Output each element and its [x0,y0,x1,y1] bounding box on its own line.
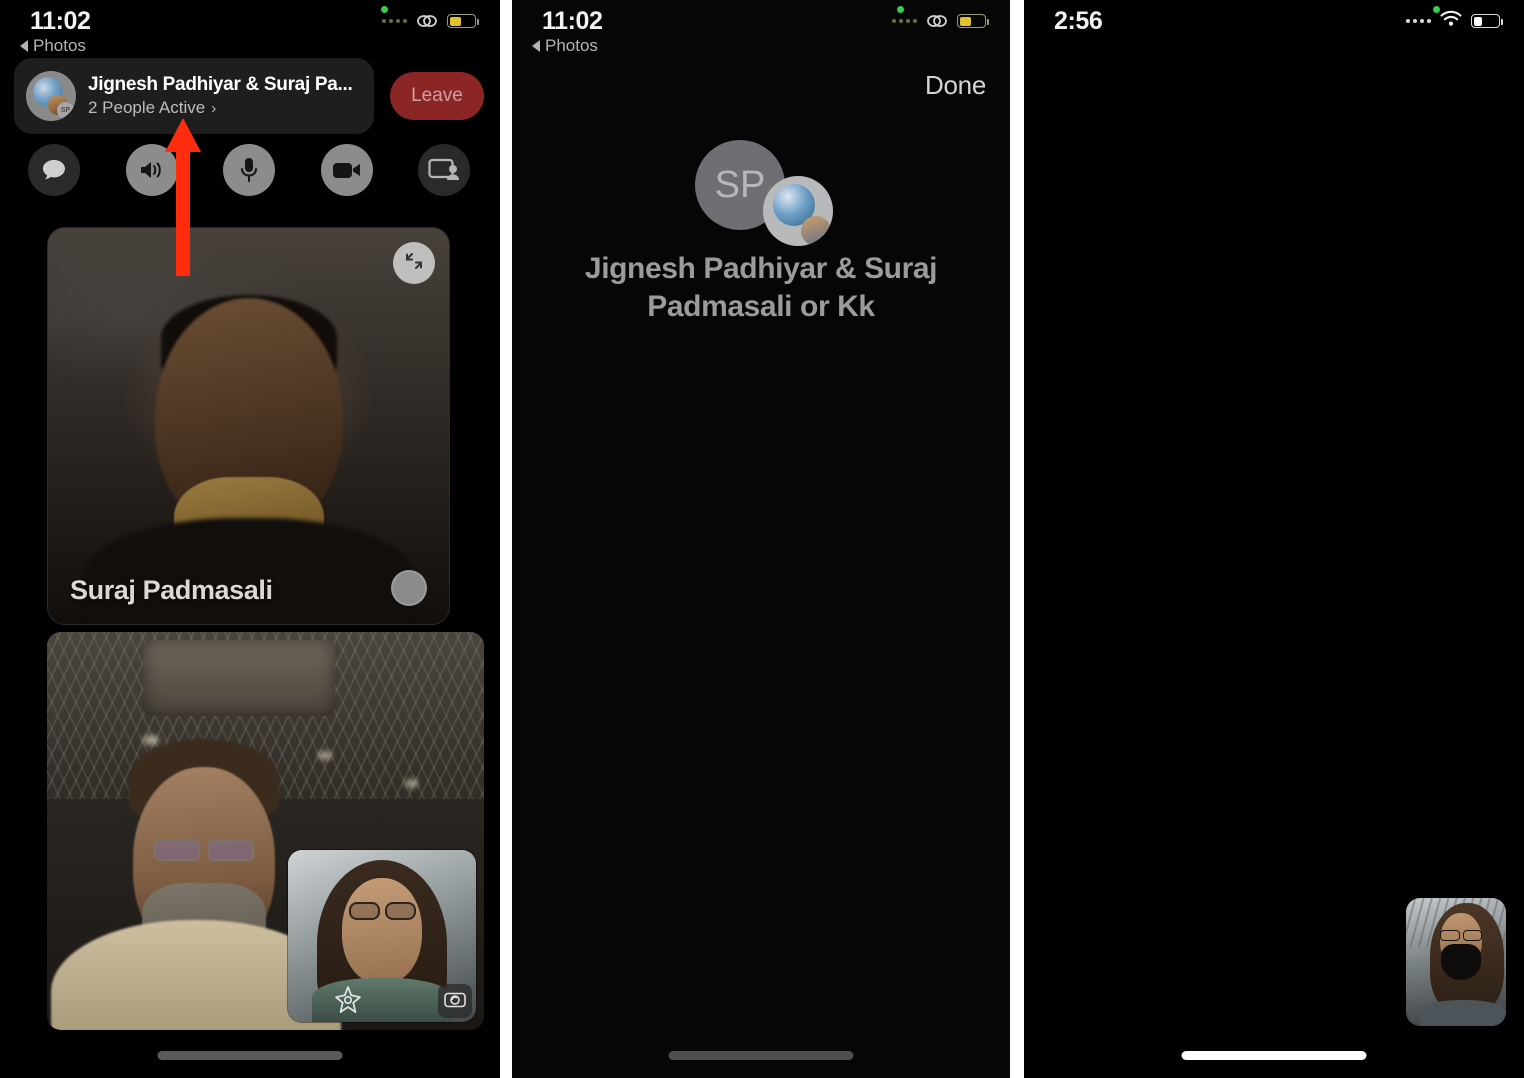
pip-glasses [1440,930,1482,941]
microphone-button[interactable] [223,144,275,196]
link-chain-icon [415,13,439,29]
status-indicators [381,6,479,29]
expand-button[interactable] [393,242,435,284]
avatar-initials-badge: SP [57,102,74,119]
share-screen-button[interactable] [418,144,470,196]
signal-dots-icon [892,19,917,23]
camera-flip-icon [444,990,466,1013]
call-subtitle: 2 People Active [88,98,206,117]
panel-divider [1010,0,1024,1078]
status-clock: 11:02 [30,6,91,35]
group-avatar-hero: SP [512,130,1010,246]
back-to-photos-link[interactable]: Photos [20,36,86,56]
battery-icon [957,14,989,28]
video-camera-button[interactable] [320,144,373,196]
signal-dots-icon [382,19,407,23]
back-to-photos-link[interactable]: Photos [532,36,598,56]
battery-icon [447,14,479,28]
video-camera-icon [331,159,363,181]
panel-facetime-details-sheet: 11:02 Photos Done SP Jignesh Padhiyar & … [512,0,1010,1078]
call-controls-bar [14,137,484,203]
back-triangle-icon [532,40,540,52]
status-clock: 11:02 [542,6,603,35]
annotation-arrow [163,118,203,276]
signal-dots-icon [1406,19,1431,23]
back-triangle-icon [20,40,28,52]
call-title: Jignesh Padhiyar & Suraj Pa... [88,74,353,95]
call-subtitle-row[interactable]: 2 People Active › [88,98,353,118]
screenshot-stage: 11:02 Photos SP Jignesh Padhiyar & Suraj… [0,0,1524,1078]
status-bar-right: 2:56 [1024,0,1524,42]
home-indicator [668,1051,854,1060]
status-indicators [892,6,989,29]
pip-face [342,877,422,984]
panel-divider [500,0,512,1078]
participant2-glasses [148,838,260,861]
done-button[interactable]: Done [925,70,986,101]
recording-dot-icon [1433,6,1440,13]
panel-facetime-call-active: 11:02 Photos SP Jignesh Padhiyar & Suraj… [0,0,500,1078]
secondary-video-tile[interactable] [47,632,484,1030]
recording-dot-icon [381,6,388,13]
avatar-photo-person [801,216,831,246]
wifi-icon [1439,10,1463,32]
participant-name-label: Suraj Padmasali [70,575,273,605]
call-header: SP Jignesh Padhiyar & Suraj Pa... 2 Peop… [14,58,484,134]
participant-shoulders [83,517,414,624]
microphone-icon [238,156,260,184]
sparkle-star-icon [333,984,363,1019]
speaker-icon [137,158,167,182]
home-indicator [157,1051,343,1060]
status-clock: 2:56 [1054,6,1103,35]
ac-unit [143,639,336,716]
group-title: Jignesh Padhiyar & Suraj Padmasali or Kk [584,252,938,324]
group-avatar: SP [26,71,76,121]
pip-mask [1441,944,1481,981]
effects-button[interactable] [329,982,367,1020]
self-view-pip[interactable] [1406,898,1506,1026]
back-label-text: Photos [545,36,598,55]
battery-icon [1471,14,1503,28]
status-indicators [1406,6,1503,32]
messages-icon [41,158,67,182]
leave-button[interactable]: Leave [390,72,484,120]
messages-button[interactable] [28,144,80,196]
chevron-right-icon: › [211,99,217,117]
home-indicator [1181,1051,1367,1060]
recording-dot-icon [897,6,904,13]
call-title-block: Jignesh Padhiyar & Suraj Pa... 2 People … [88,74,353,118]
pip-glasses [346,901,418,920]
share-screen-icon [427,157,461,183]
expand-arrows-icon [403,250,425,277]
panel-facetime-grid-view: 2:56 [1024,0,1524,1078]
pip-body [1420,1000,1506,1026]
back-label-text: Photos [33,36,86,55]
main-video-tile[interactable]: Suraj Padmasali [47,227,450,625]
flip-camera-button[interactable] [438,984,472,1018]
audio-level-indicator [391,570,427,606]
group-avatar-photo [763,176,833,246]
link-chain-icon [925,13,949,29]
